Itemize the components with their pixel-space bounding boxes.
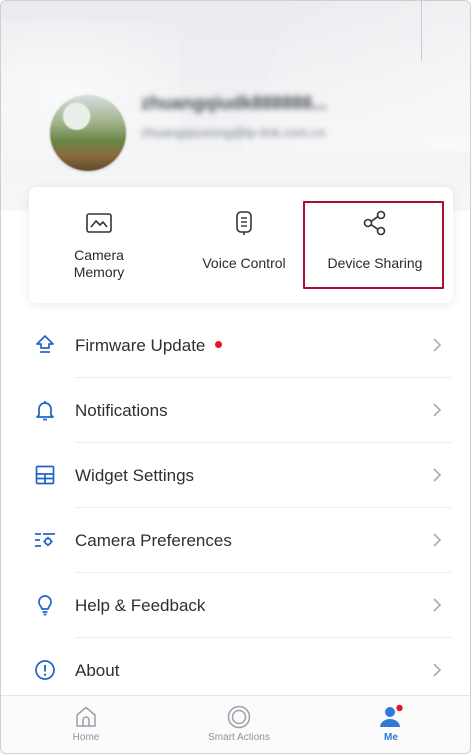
menu-item-label: About [75,660,120,680]
person-icon [380,704,403,727]
chevron-right-icon [433,403,442,417]
menu-item-label: Notifications [75,400,168,420]
camera-memory-icon [86,213,112,233]
bottom-nav: Home Smart Actions Me [1,695,470,753]
menu-item-widget-settings[interactable]: Widget Settings [1,443,470,508]
nav-label: Smart Actions [208,732,270,743]
chevron-right-icon [433,468,442,482]
lightbulb-icon [38,595,52,616]
info-icon [35,660,55,680]
user-email: zhuangqiuxiong@tp-link.com.cn [141,125,326,140]
home-icon [76,706,96,727]
menu-item-label: Help & Feedback [75,595,206,615]
share-icon [363,210,386,236]
menu-item-label: Widget Settings [75,465,195,485]
chevron-right-icon [433,598,442,612]
chevron-right-icon [433,533,442,547]
avatar[interactable] [50,95,126,171]
nav-home[interactable]: Home [26,696,146,753]
menu-item-camera-preferences[interactable]: Camera Preferences [1,508,470,573]
settings-menu: Firmware Update Notifications Widget Set… [1,313,470,703]
chevron-right-icon [433,338,442,352]
nav-smart-actions[interactable]: Smart Actions [179,696,299,753]
nav-label: Me [384,732,398,743]
menu-item-firmware-update[interactable]: Firmware Update [1,313,470,378]
voice-control-button[interactable]: Voice Control [179,187,309,303]
device-sharing-button[interactable]: Device Sharing [305,187,445,303]
widget-icon [35,465,55,485]
nav-label: Home [72,732,100,743]
menu-item-notifications[interactable]: Notifications [1,378,470,443]
quick-actions-card: Camera Memory Voice Control Device Shari… [29,187,453,303]
notification-dot [215,340,223,348]
device-sharing-label: Device Sharing [327,255,423,271]
profile-header: zhuangqiudk888888... zhuangqiuxiong@tp-l… [1,1,470,211]
bell-icon [36,401,54,421]
camera-memory-label: Camera Memory [73,247,125,280]
firmware-update-icon [36,335,54,353]
smart-actions-icon [227,705,251,729]
camera-memory-button[interactable]: Camera Memory [49,187,149,303]
me-screen: zhuangqiudk888888... zhuangqiuxiong@tp-l… [0,0,471,754]
menu-item-help-feedback[interactable]: Help & Feedback [1,573,470,638]
camera-preferences-icon [35,533,55,547]
menu-item-about[interactable]: About [1,638,470,703]
voice-control-icon [236,211,252,235]
menu-item-label: Firmware Update [75,335,206,355]
user-name[interactable]: zhuangqiudk888888... [141,93,451,117]
chevron-right-icon [433,663,442,677]
voice-control-label: Voice Control [202,255,286,271]
menu-item-label: Camera Preferences [75,530,232,550]
nav-me[interactable]: Me [331,696,451,753]
